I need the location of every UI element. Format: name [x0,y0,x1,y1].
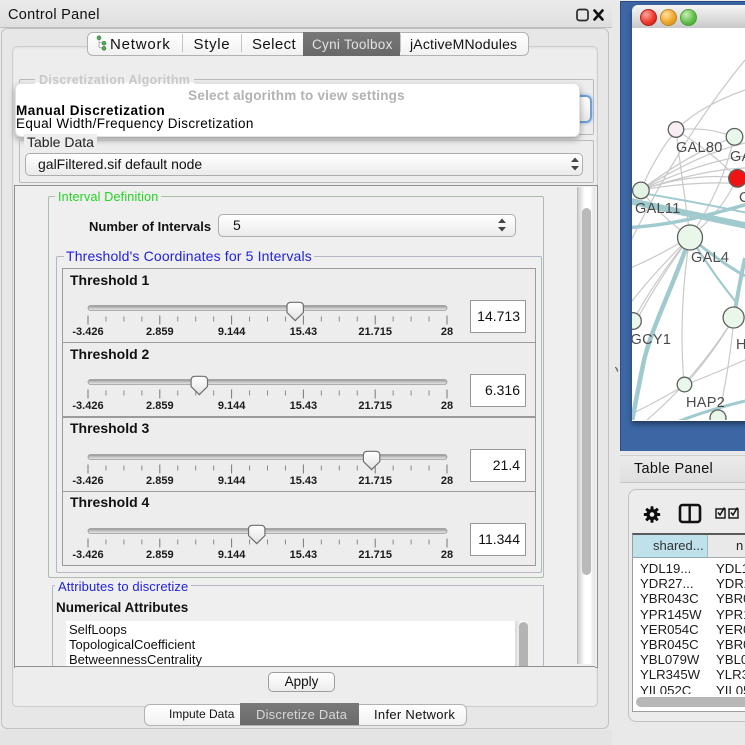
svg-text:HAP2: HAP2 [686,395,725,411]
svg-text:9.144: 9.144 [218,326,246,338]
svg-text:15.43: 15.43 [290,400,318,412]
svg-text:2.859: 2.859 [146,400,174,412]
svg-text:15.43: 15.43 [290,549,318,561]
svg-text:28: 28 [441,400,453,412]
svg-text:28: 28 [441,475,453,487]
svg-text:28: 28 [441,549,453,561]
svg-text:-3.426: -3.426 [72,549,103,561]
svg-text:2.859: 2.859 [146,475,174,487]
svg-text:21.715: 21.715 [358,475,392,487]
svg-text:2.859: 2.859 [146,326,174,338]
svg-text:2.859: 2.859 [146,549,174,561]
svg-text:-3.426: -3.426 [72,400,103,412]
svg-text:21.715: 21.715 [358,400,392,412]
svg-text:15.43: 15.43 [290,326,318,338]
svg-text:H: H [736,337,745,353]
svg-text:-3.426: -3.426 [72,326,103,338]
svg-text:9.144: 9.144 [218,400,246,412]
svg-text:GCY1: GCY1 [632,332,671,348]
svg-text:-3.426: -3.426 [72,475,103,487]
svg-text:21.715: 21.715 [358,549,392,561]
svg-text:9.144: 9.144 [218,475,246,487]
svg-text:28: 28 [441,326,453,338]
svg-text:GAL11: GAL11 [635,201,681,217]
svg-text:GAL4: GAL4 [691,250,729,266]
svg-text:C: C [739,190,745,206]
svg-text:15.43: 15.43 [290,475,318,487]
svg-text:GAL80: GAL80 [676,140,723,156]
svg-text:GA: GA [730,149,745,165]
svg-text:9.144: 9.144 [218,549,246,561]
svg-text:21.715: 21.715 [358,326,392,338]
